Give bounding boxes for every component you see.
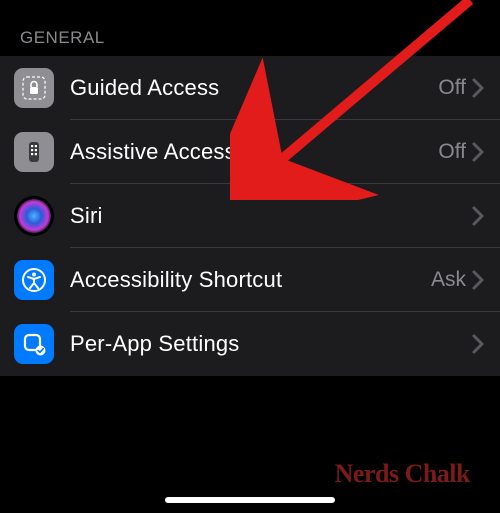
app-checkmark-icon bbox=[14, 324, 54, 364]
remote-icon bbox=[14, 132, 54, 172]
settings-list: Guided Access Off Assistive Access Off bbox=[0, 56, 500, 376]
watermark: Nerds Chalk bbox=[335, 459, 470, 489]
chevron-right-icon bbox=[472, 142, 484, 162]
row-label: Accessibility Shortcut bbox=[70, 267, 431, 293]
row-label: Per-App Settings bbox=[70, 331, 466, 357]
chevron-right-icon bbox=[472, 334, 484, 354]
accessibility-icon bbox=[14, 260, 54, 300]
section-header-general: GENERAL bbox=[0, 0, 500, 56]
home-indicator bbox=[165, 497, 335, 503]
row-label: Guided Access bbox=[70, 75, 438, 101]
row-accessibility-shortcut[interactable]: Accessibility Shortcut Ask bbox=[0, 248, 500, 312]
row-value: Off bbox=[438, 140, 466, 164]
chevron-right-icon bbox=[472, 270, 484, 290]
row-value: Ask bbox=[431, 268, 466, 292]
row-assistive-access[interactable]: Assistive Access Off bbox=[0, 120, 500, 184]
chevron-right-icon bbox=[472, 206, 484, 226]
row-guided-access[interactable]: Guided Access Off bbox=[0, 56, 500, 120]
row-label: Assistive Access bbox=[70, 139, 438, 165]
row-per-app-settings[interactable]: Per-App Settings bbox=[0, 312, 500, 376]
row-siri[interactable]: Siri bbox=[0, 184, 500, 248]
row-value: Off bbox=[438, 76, 466, 100]
lock-dashed-icon bbox=[14, 68, 54, 108]
siri-icon bbox=[14, 196, 54, 236]
chevron-right-icon bbox=[472, 78, 484, 98]
row-label: Siri bbox=[70, 203, 466, 229]
